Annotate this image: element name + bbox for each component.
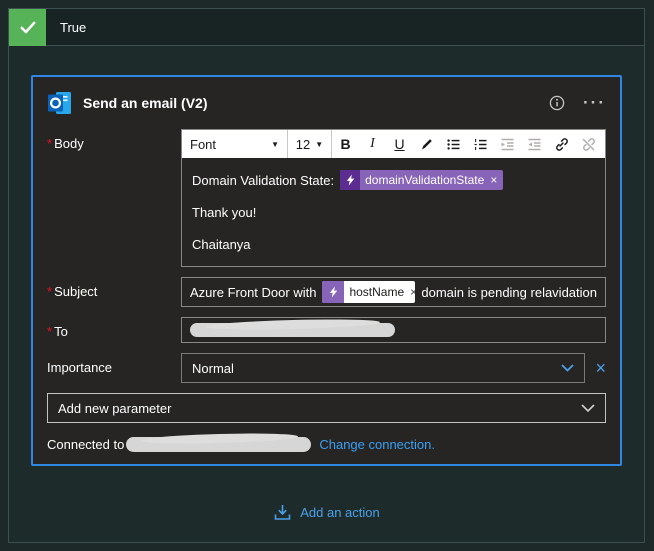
branch-title: True [60, 19, 87, 35]
subject-text-suffix: domain is pending relavidation [421, 284, 597, 300]
required-marker: * [47, 136, 53, 151]
to-row: * To [47, 317, 606, 343]
dropdown-arrow-icon: ▼ [315, 139, 324, 149]
card-fields: * Body Font ▼ 12 ▼ B I U Domain Validati… [47, 129, 606, 452]
info-icon[interactable] [549, 95, 565, 111]
body-text: Domain Validation State: [192, 172, 335, 188]
branch-footer: Add an action [9, 504, 644, 521]
chevron-down-icon [561, 364, 575, 372]
italic-button[interactable]: I [359, 130, 386, 158]
token-hostName[interactable]: hostName × [322, 281, 416, 303]
connected-to-label: Connected to [47, 437, 125, 452]
remove-importance-button[interactable]: × [595, 359, 606, 377]
subject-row: * Subject Azure Front Door with hostName … [47, 277, 606, 307]
true-branch-scope: True Send an email (V2) ··· * Body Font … [8, 8, 645, 543]
unlink-icon[interactable] [575, 130, 602, 158]
subject-text-prefix: Azure Front Door with [190, 284, 317, 300]
token-label: domainValidationState [365, 173, 485, 187]
underline-button[interactable]: U [386, 130, 413, 158]
richtext-toolbar: Font ▼ 12 ▼ B I U [182, 130, 605, 158]
connection-info: Connected to Change connection. [47, 437, 606, 452]
importance-dropdown[interactable]: Normal [181, 353, 586, 383]
field-label-body: * Body [47, 136, 84, 151]
text-color-icon[interactable] [413, 130, 440, 158]
expression-icon [340, 170, 361, 190]
logic-app-designer: True Send an email (V2) ··· * Body Font … [0, 0, 654, 551]
importance-value: Normal [192, 360, 234, 376]
add-action-icon [273, 504, 292, 521]
field-label-importance: Importance [47, 360, 113, 375]
close-icon[interactable]: × [409, 285, 415, 299]
add-new-parameter-label: Add new parameter [58, 400, 172, 416]
body-row: * Body Font ▼ 12 ▼ B I U Domain Validati… [47, 129, 606, 267]
importance-row: Importance Normal × [47, 353, 606, 383]
token-domainValidationState[interactable]: domainValidationState × [340, 170, 504, 190]
check-icon [9, 8, 46, 46]
close-icon[interactable]: × [489, 173, 503, 187]
indent-icon[interactable] [521, 130, 548, 158]
outlook-icon [47, 90, 73, 116]
card-title: Send an email (V2) [83, 95, 208, 111]
token-label: hostName [349, 285, 405, 299]
field-label-subject: * Subject [47, 284, 98, 299]
bullet-list-icon[interactable] [440, 130, 467, 158]
body-text: Chaitanya [192, 236, 251, 252]
required-marker: * [47, 284, 53, 299]
chevron-down-icon [581, 403, 595, 413]
change-connection-link[interactable]: Change connection. [319, 437, 435, 452]
send-email-card[interactable]: Send an email (V2) ··· * Body Font ▼ 12 … [31, 75, 622, 466]
body-content[interactable]: Domain Validation State: domainValidatio… [182, 158, 605, 266]
redacted-email-value [190, 323, 395, 337]
ellipsis-menu[interactable]: ··· [583, 94, 606, 111]
redacted-connection-value [126, 437, 312, 452]
body-text: Thank you! [192, 204, 257, 220]
dropdown-arrow-icon: ▼ [271, 139, 279, 149]
required-marker: * [47, 324, 53, 339]
expression-icon [322, 281, 345, 303]
add-action-button[interactable]: Add an action [273, 504, 380, 521]
bold-button[interactable]: B [332, 130, 359, 158]
link-icon[interactable] [548, 130, 575, 158]
true-branch-header[interactable]: True [9, 8, 644, 46]
add-action-label: Add an action [300, 505, 380, 520]
to-input[interactable] [181, 317, 606, 343]
font-size-dropdown[interactable]: 12 ▼ [288, 130, 332, 158]
font-family-dropdown[interactable]: Font ▼ [182, 130, 288, 158]
field-label-to: * To [47, 324, 68, 339]
card-header: Send an email (V2) ··· [47, 89, 606, 117]
add-new-parameter-dropdown[interactable]: Add new parameter [47, 393, 606, 423]
subject-input[interactable]: Azure Front Door with hostName × domain … [181, 277, 606, 307]
numbered-list-icon[interactable] [467, 130, 494, 158]
body-richtext-editor[interactable]: Font ▼ 12 ▼ B I U Domain Validation Stat… [181, 129, 606, 267]
outdent-icon[interactable] [494, 130, 521, 158]
